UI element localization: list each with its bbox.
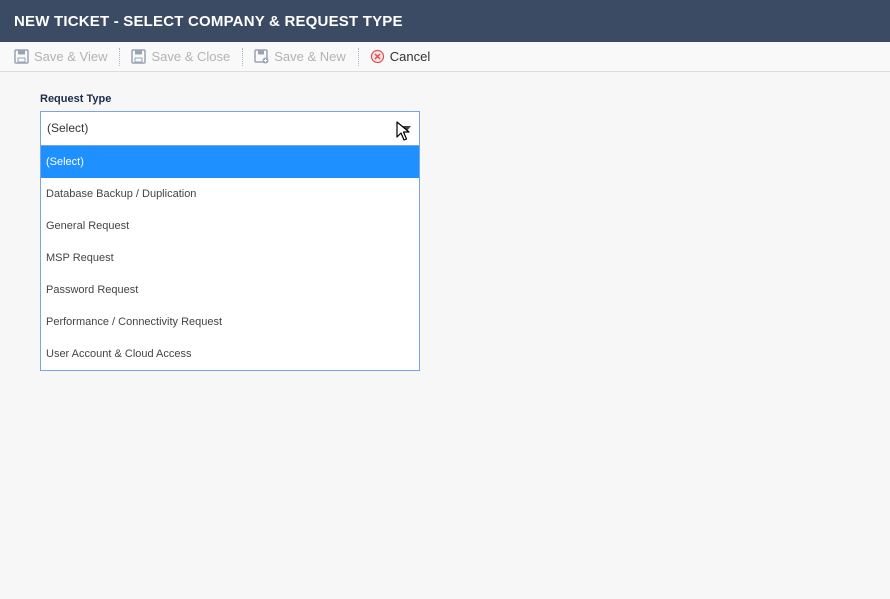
- cancel-button[interactable]: Cancel: [370, 42, 430, 72]
- request-type-value: (Select): [47, 121, 89, 135]
- dropdown-option[interactable]: General Request: [41, 210, 419, 242]
- save-icon: [131, 49, 147, 64]
- save-icon: [14, 49, 29, 64]
- dropdown-option[interactable]: Performance / Connectivity Request: [41, 306, 419, 338]
- save-and-close-button[interactable]: Save & Close: [131, 42, 230, 72]
- toolbar-separator: [242, 47, 244, 66]
- save-and-view-label: Save & View: [34, 49, 108, 64]
- save-and-close-label: Save & Close: [151, 49, 231, 64]
- window-title: NEW TICKET - SELECT COMPANY & REQUEST TY…: [0, 0, 890, 42]
- dropdown-option[interactable]: (Select): [41, 146, 419, 178]
- dropdown-option[interactable]: Password Request: [41, 274, 419, 306]
- save-and-view-button[interactable]: Save & View: [14, 42, 107, 72]
- cancel-label: Cancel: [389, 49, 431, 64]
- request-type-dropdown: (Select) Database Backup / Duplication G…: [40, 145, 420, 371]
- request-type-label: Request Type: [40, 93, 112, 105]
- mouse-cursor-icon: [396, 121, 412, 141]
- save-and-new-button[interactable]: Save & New: [254, 42, 346, 72]
- toolbar: Save & View Save & Close Save & New Canc…: [0, 42, 890, 72]
- save-and-new-label: Save & New: [274, 49, 346, 64]
- dropdown-option[interactable]: User Account & Cloud Access: [41, 338, 419, 370]
- save-new-icon: [254, 49, 269, 64]
- toolbar-separator: [357, 47, 359, 66]
- dropdown-option[interactable]: MSP Request: [41, 242, 419, 274]
- cancel-icon: [370, 49, 385, 64]
- request-type-select[interactable]: (Select): [40, 111, 420, 145]
- toolbar-separator: [119, 47, 121, 66]
- dropdown-option[interactable]: Database Backup / Duplication: [41, 178, 419, 210]
